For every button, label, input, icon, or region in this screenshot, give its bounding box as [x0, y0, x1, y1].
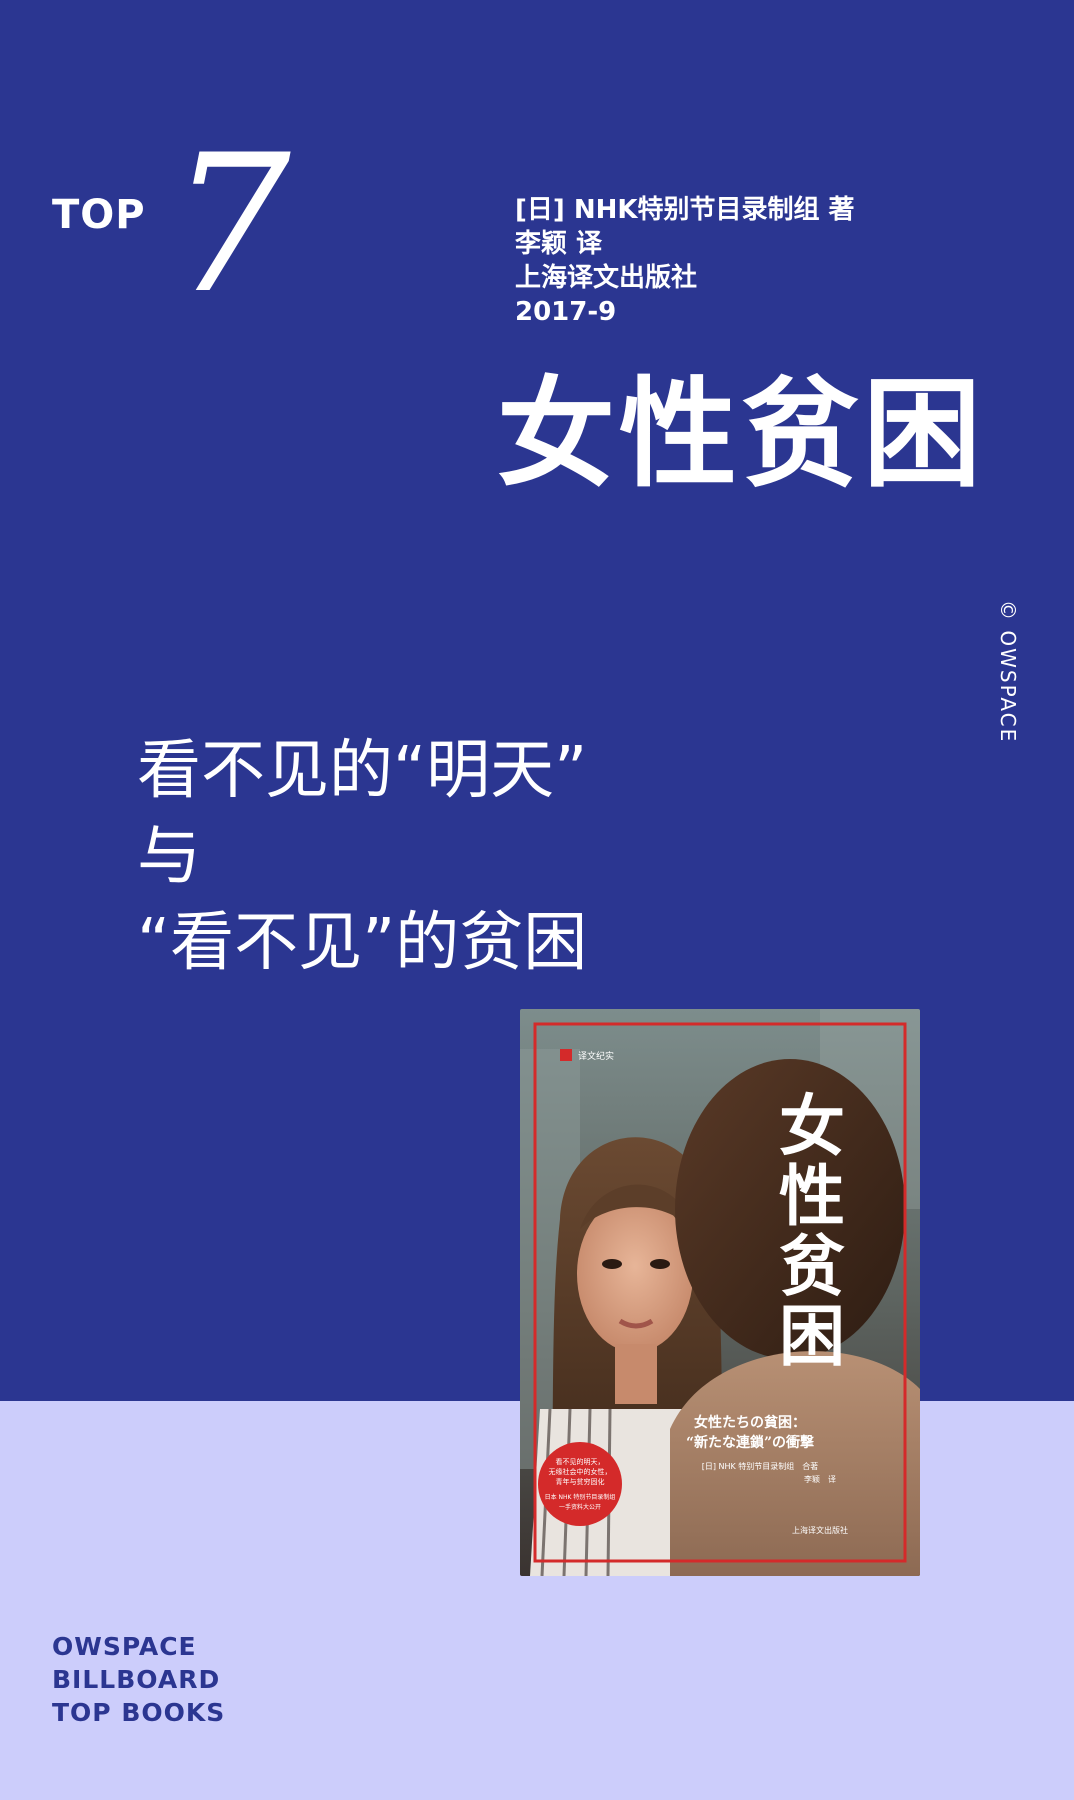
rank-label: TOP	[52, 192, 146, 238]
badge-line-4: 日本 NHK 特别节目录制组	[545, 1493, 616, 1501]
book-meta: [日] NHK特别节目录制组 著 李颖 译 上海译文出版社 2017-9	[515, 193, 855, 329]
cover-credit-translator: 李颖 译	[804, 1474, 836, 1484]
footer-line-1: OWSPACE	[52, 1632, 197, 1661]
book-author: [日] NHK特别节目录制组 著	[515, 195, 855, 225]
cover-title-char-2: 性	[779, 1158, 845, 1235]
cover-series: 译文纪实	[578, 1050, 614, 1062]
series-logo-icon	[560, 1049, 572, 1061]
cover-title-char-4: 困	[779, 1298, 845, 1375]
tagline: 看不见的“明天” 与 “看不见”的贫困	[137, 728, 587, 986]
badge-line-3: 青年与贫穷固化	[556, 1477, 605, 1486]
cover-credit-author: [日] NHK 特别节目录制组 合著	[702, 1461, 819, 1471]
cover-jp-line-2: “新たな連鎖”の衝撃	[686, 1434, 814, 1451]
watermark: © OWSPACE	[992, 600, 1032, 744]
watermark-text: © OWSPACE	[996, 600, 1020, 744]
tagline-line-3: “看不见”的贫困	[137, 906, 588, 980]
rank-number: 7	[170, 114, 291, 335]
book-translator: 李颖 译	[515, 229, 603, 259]
footer-line-2: BILLBOARD	[52, 1665, 221, 1694]
badge-line-1: 看不见的明天，	[556, 1457, 605, 1466]
badge-line-2: 无缘社会中的女性，	[549, 1467, 612, 1476]
tagline-line-2: 与	[137, 820, 201, 894]
book-title: 女性贫困	[497, 365, 986, 503]
book-cover-image: 译文纪实 女 性 贫 困 女性たちの貧困： “新たな連鎖”の衝撃 [日] NHK…	[520, 1009, 920, 1576]
cover-jp-line-1: 女性たちの貧困：	[694, 1414, 806, 1431]
cover-publisher: 上海译文出版社	[792, 1525, 848, 1535]
cover-title-char-3: 贫	[779, 1228, 845, 1305]
book-publisher: 上海译文出版社	[515, 263, 698, 293]
badge-line-5: 一手资料大公开	[559, 1503, 601, 1511]
cover-title-char-1: 女	[779, 1088, 845, 1165]
book-date: 2017-9	[515, 297, 617, 327]
footer-brand: OWSPACE BILLBOARD TOP BOOKS	[52, 1630, 225, 1729]
footer-line-3: TOP BOOKS	[52, 1698, 226, 1727]
tagline-line-1: 看不见的“明天”	[137, 734, 588, 808]
